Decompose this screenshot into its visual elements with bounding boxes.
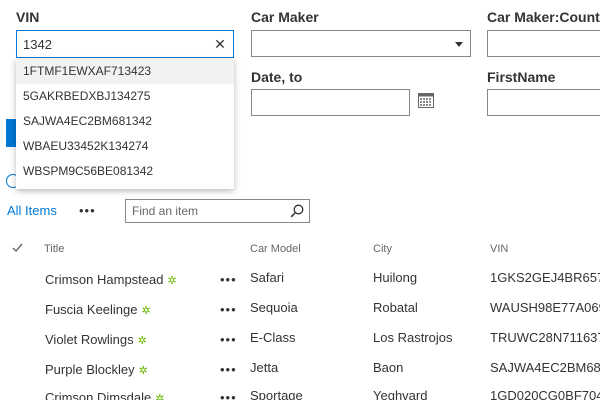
new-item-icon: ✲: [167, 275, 177, 287]
row-more-button[interactable]: •••: [220, 272, 237, 287]
suggestion-item[interactable]: 1FTMF1EWXAF713423: [16, 59, 234, 84]
table-row[interactable]: Purple Blockley ✲ ••• Jetta Baon SAJWA4EC…: [0, 360, 600, 385]
vin-input-container[interactable]: ✕: [16, 30, 234, 58]
row-car-model: Jetta: [250, 360, 279, 375]
row-more-button[interactable]: •••: [220, 362, 237, 377]
view-more-button[interactable]: •••: [79, 203, 96, 218]
row-city: Baon: [373, 360, 404, 375]
suggestion-item[interactable]: 5GAKRBEDXBJ134275: [16, 84, 234, 109]
row-city: Yeghvard: [373, 388, 428, 400]
new-item-icon: ✲: [141, 305, 151, 317]
car-maker-select[interactable]: [251, 30, 471, 57]
column-header-car-model[interactable]: Car Model: [250, 243, 301, 255]
row-title[interactable]: Crimson Dimsdale: [45, 390, 151, 400]
clear-icon[interactable]: ✕: [213, 35, 227, 53]
select-all-check-icon[interactable]: [12, 243, 23, 253]
row-title[interactable]: Fuscia Keelinge: [45, 302, 138, 317]
date-to-label: Date, to: [251, 69, 303, 85]
first-name-input[interactable]: [487, 89, 600, 116]
row-vin: TRUWC28N711637: [490, 330, 600, 345]
date-to-input[interactable]: [251, 89, 410, 116]
chevron-down-icon[interactable]: [455, 42, 463, 47]
new-item-icon: ✲: [138, 365, 148, 377]
row-more-button[interactable]: •••: [220, 332, 237, 347]
calendar-icon[interactable]: [418, 93, 434, 108]
row-car-model: Sequoia: [250, 300, 298, 315]
apply-button[interactable]: [6, 119, 16, 147]
find-item-input[interactable]: [132, 202, 282, 220]
vin-suggestions-dropdown: 1FTMF1EWXAF713423 5GAKRBEDXBJ134275 SAJW…: [16, 59, 234, 189]
suggestion-item[interactable]: WBAEU33452K134274: [16, 134, 234, 159]
table-row[interactable]: Crimson Dimsdale ✲ ••• Sportage Yeghvard …: [0, 388, 600, 400]
row-title[interactable]: Purple Blockley: [45, 362, 135, 377]
row-title[interactable]: Violet Rowlings: [45, 332, 134, 347]
car-maker-label: Car Maker: [251, 9, 319, 25]
first-name-label: FirstName: [487, 69, 556, 85]
vin-label: VIN: [16, 9, 40, 25]
row-vin: WAUSH98E77A0690: [490, 300, 600, 315]
column-header-title[interactable]: Title: [44, 243, 64, 255]
vin-input[interactable]: [23, 34, 203, 54]
search-icon[interactable]: [290, 204, 304, 218]
row-car-model: Sportage: [250, 388, 303, 400]
row-more-button[interactable]: •••: [220, 390, 237, 400]
table-row[interactable]: Crimson Hampstead ✲ ••• Safari Huilong 1G…: [0, 270, 600, 295]
row-city: Huilong: [373, 270, 418, 285]
row-car-model: Safari: [250, 270, 284, 285]
row-vin: SAJWA4EC2BM681: [490, 360, 600, 375]
row-more-button[interactable]: •••: [220, 302, 237, 317]
all-items-view[interactable]: All Items: [7, 203, 57, 218]
car-maker-country-label: Car Maker:Country: [487, 9, 600, 25]
new-item-icon: ✲: [137, 335, 147, 347]
new-item-icon: ✲: [155, 393, 165, 400]
suggestion-item[interactable]: WBSPM9C56BE081342: [16, 159, 234, 184]
row-city: Los Rastrojos: [373, 330, 453, 345]
table-row[interactable]: Violet Rowlings ✲ ••• E-Class Los Rastroj…: [0, 330, 600, 355]
find-item-box[interactable]: [125, 199, 310, 223]
table-row[interactable]: Fuscia Keelinge ✲ ••• Sequoia Robatal WAU…: [0, 300, 600, 325]
car-maker-country-select[interactable]: [487, 30, 600, 57]
row-car-model: E-Class: [250, 330, 296, 345]
row-vin: 1GKS2GEJ4BR65727: [490, 270, 600, 285]
column-header-vin[interactable]: VIN: [490, 243, 508, 255]
column-header-city[interactable]: City: [373, 243, 392, 255]
row-vin: 1GD020CG0BF7041: [490, 388, 600, 400]
suggestion-item[interactable]: SAJWA4EC2BM681342: [16, 109, 234, 134]
row-title[interactable]: Crimson Hampstead: [45, 272, 164, 287]
row-city: Robatal: [373, 300, 418, 315]
